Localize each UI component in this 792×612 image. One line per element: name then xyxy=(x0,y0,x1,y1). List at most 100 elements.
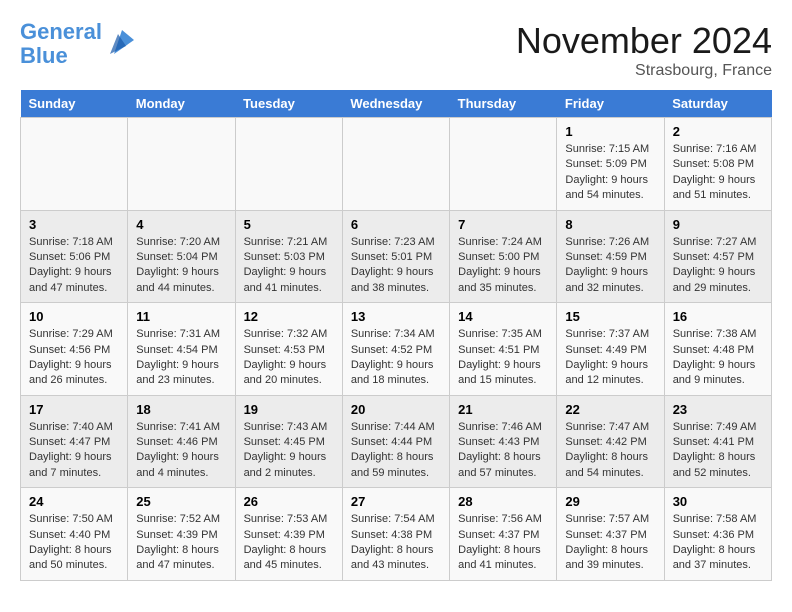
day-info: Sunrise: 7:54 AM Sunset: 4:38 PM Dayligh… xyxy=(351,512,441,574)
day-number: 16 xyxy=(673,309,763,324)
day-cell: 16 Sunrise: 7:38 AM Sunset: 4:48 PM Dayli… xyxy=(664,303,771,396)
day-number: 28 xyxy=(458,494,548,509)
day-info: Sunrise: 7:40 AM Sunset: 4:47 PM Dayligh… xyxy=(29,420,119,482)
day-number: 24 xyxy=(29,494,119,509)
day-cell: 12Sunrise: 7:32 AM Sunset: 4:53 PM Dayli… xyxy=(235,303,342,396)
day-cell: 20Sunrise: 7:44 AM Sunset: 4:44 PM Dayli… xyxy=(342,395,449,488)
day-number: 17 xyxy=(29,402,119,417)
day-info: Sunrise: 7:57 AM Sunset: 4:37 PM Dayligh… xyxy=(565,512,655,574)
day-number: 13 xyxy=(351,309,441,324)
day-cell: 11 Sunrise: 7:31 AM Sunset: 4:54 PM Dayli… xyxy=(128,303,235,396)
day-info: Sunrise: 7:37 AM Sunset: 4:49 PM Dayligh… xyxy=(565,327,655,389)
day-number: 2 xyxy=(673,124,763,139)
day-cell: 6 Sunrise: 7:23 AM Sunset: 5:01 PM Daylig… xyxy=(342,210,449,303)
day-cell: 4 Sunrise: 7:20 AM Sunset: 5:04 PM Daylig… xyxy=(128,210,235,303)
header-tuesday: Tuesday xyxy=(235,90,342,118)
week-row-2: 10 Sunrise: 7:29 AM Sunset: 4:56 PM Dayli… xyxy=(21,303,772,396)
day-number: 1 xyxy=(565,124,655,139)
logo: General Blue xyxy=(20,20,138,68)
calendar-header-row: SundayMondayTuesdayWednesdayThursdayFrid… xyxy=(21,90,772,118)
day-info: Sunrise: 7:47 AM Sunset: 4:42 PM Dayligh… xyxy=(565,420,655,482)
day-cell: 2Sunrise: 7:16 AM Sunset: 5:08 PM Daylig… xyxy=(664,118,771,211)
day-number: 8 xyxy=(565,217,655,232)
day-cell xyxy=(128,118,235,211)
day-info: Sunrise: 7:46 AM Sunset: 4:43 PM Dayligh… xyxy=(458,420,548,482)
day-info: Sunrise: 7:31 AM Sunset: 4:54 PM Dayligh… xyxy=(136,327,226,389)
day-cell: 5Sunrise: 7:21 AM Sunset: 5:03 PM Daylig… xyxy=(235,210,342,303)
day-number: 12 xyxy=(244,309,334,324)
day-cell: 3Sunrise: 7:18 AM Sunset: 5:06 PM Daylig… xyxy=(21,210,128,303)
day-cell: 21Sunrise: 7:46 AM Sunset: 4:43 PM Dayli… xyxy=(450,395,557,488)
day-cell xyxy=(450,118,557,211)
day-info: Sunrise: 7:43 AM Sunset: 4:45 PM Dayligh… xyxy=(244,420,334,482)
day-cell: 14 Sunrise: 7:35 AM Sunset: 4:51 PM Dayli… xyxy=(450,303,557,396)
day-cell: 1 Sunrise: 7:15 AM Sunset: 5:09 PM Daylig… xyxy=(557,118,664,211)
day-info: Sunrise: 7:26 AM Sunset: 4:59 PM Dayligh… xyxy=(565,235,655,297)
day-number: 7 xyxy=(458,217,548,232)
day-number: 15 xyxy=(565,309,655,324)
day-number: 22 xyxy=(565,402,655,417)
day-cell xyxy=(21,118,128,211)
week-row-3: 17 Sunrise: 7:40 AM Sunset: 4:47 PM Dayli… xyxy=(21,395,772,488)
day-number: 3 xyxy=(29,217,119,232)
calendar-table: SundayMondayTuesdayWednesdayThursdayFrid… xyxy=(20,90,772,581)
day-cell: 26 Sunrise: 7:53 AM Sunset: 4:39 PM Dayli… xyxy=(235,488,342,581)
day-info: Sunrise: 7:58 AM Sunset: 4:36 PM Dayligh… xyxy=(673,512,763,574)
day-cell xyxy=(342,118,449,211)
day-info: Sunrise: 7:52 AM Sunset: 4:39 PM Dayligh… xyxy=(136,512,226,574)
day-info: Sunrise: 7:29 AM Sunset: 4:56 PM Dayligh… xyxy=(29,327,119,389)
location: Strasbourg, France xyxy=(516,62,772,80)
header-wednesday: Wednesday xyxy=(342,90,449,118)
week-row-4: 24Sunrise: 7:50 AM Sunset: 4:40 PM Dayli… xyxy=(21,488,772,581)
header-sunday: Sunday xyxy=(21,90,128,118)
day-number: 11 xyxy=(136,309,226,324)
day-info: Sunrise: 7:41 AM Sunset: 4:46 PM Dayligh… xyxy=(136,420,226,482)
day-number: 25 xyxy=(136,494,226,509)
day-cell: 18 Sunrise: 7:41 AM Sunset: 4:46 PM Dayli… xyxy=(128,395,235,488)
day-cell: 10 Sunrise: 7:29 AM Sunset: 4:56 PM Dayli… xyxy=(21,303,128,396)
day-number: 29 xyxy=(565,494,655,509)
day-cell: 29 Sunrise: 7:57 AM Sunset: 4:37 PM Dayli… xyxy=(557,488,664,581)
logo-line1: General xyxy=(20,19,102,44)
day-cell: 17 Sunrise: 7:40 AM Sunset: 4:47 PM Dayli… xyxy=(21,395,128,488)
day-info: Sunrise: 7:53 AM Sunset: 4:39 PM Dayligh… xyxy=(244,512,334,574)
logo-icon xyxy=(106,26,138,63)
day-cell: 9Sunrise: 7:27 AM Sunset: 4:57 PM Daylig… xyxy=(664,210,771,303)
day-number: 9 xyxy=(673,217,763,232)
day-number: 5 xyxy=(244,217,334,232)
day-cell: 7 Sunrise: 7:24 AM Sunset: 5:00 PM Daylig… xyxy=(450,210,557,303)
logo-text: General Blue xyxy=(20,20,102,68)
page-header: General Blue November 2024 Strasbourg, F… xyxy=(20,20,772,80)
day-cell: 8 Sunrise: 7:26 AM Sunset: 4:59 PM Daylig… xyxy=(557,210,664,303)
week-row-1: 3Sunrise: 7:18 AM Sunset: 5:06 PM Daylig… xyxy=(21,210,772,303)
day-cell: 28 Sunrise: 7:56 AM Sunset: 4:37 PM Dayli… xyxy=(450,488,557,581)
day-number: 4 xyxy=(136,217,226,232)
day-cell: 22 Sunrise: 7:47 AM Sunset: 4:42 PM Dayli… xyxy=(557,395,664,488)
day-info: Sunrise: 7:35 AM Sunset: 4:51 PM Dayligh… xyxy=(458,327,548,389)
day-info: Sunrise: 7:23 AM Sunset: 5:01 PM Dayligh… xyxy=(351,235,441,297)
day-number: 10 xyxy=(29,309,119,324)
day-number: 26 xyxy=(244,494,334,509)
day-info: Sunrise: 7:20 AM Sunset: 5:04 PM Dayligh… xyxy=(136,235,226,297)
header-saturday: Saturday xyxy=(664,90,771,118)
header-friday: Friday xyxy=(557,90,664,118)
day-cell: 30 Sunrise: 7:58 AM Sunset: 4:36 PM Dayli… xyxy=(664,488,771,581)
day-cell: 24Sunrise: 7:50 AM Sunset: 4:40 PM Dayli… xyxy=(21,488,128,581)
day-cell: 23Sunrise: 7:49 AM Sunset: 4:41 PM Dayli… xyxy=(664,395,771,488)
day-info: Sunrise: 7:56 AM Sunset: 4:37 PM Dayligh… xyxy=(458,512,548,574)
header-thursday: Thursday xyxy=(450,90,557,118)
logo-line2: Blue xyxy=(20,43,68,68)
day-info: Sunrise: 7:49 AM Sunset: 4:41 PM Dayligh… xyxy=(673,420,763,482)
day-info: Sunrise: 7:34 AM Sunset: 4:52 PM Dayligh… xyxy=(351,327,441,389)
day-info: Sunrise: 7:38 AM Sunset: 4:48 PM Dayligh… xyxy=(673,327,763,389)
day-info: Sunrise: 7:44 AM Sunset: 4:44 PM Dayligh… xyxy=(351,420,441,482)
day-number: 18 xyxy=(136,402,226,417)
day-info: Sunrise: 7:15 AM Sunset: 5:09 PM Dayligh… xyxy=(565,142,655,204)
day-cell: 13 Sunrise: 7:34 AM Sunset: 4:52 PM Dayli… xyxy=(342,303,449,396)
week-row-0: 1 Sunrise: 7:15 AM Sunset: 5:09 PM Daylig… xyxy=(21,118,772,211)
day-number: 30 xyxy=(673,494,763,509)
day-number: 14 xyxy=(458,309,548,324)
day-cell: 27Sunrise: 7:54 AM Sunset: 4:38 PM Dayli… xyxy=(342,488,449,581)
day-number: 6 xyxy=(351,217,441,232)
day-info: Sunrise: 7:24 AM Sunset: 5:00 PM Dayligh… xyxy=(458,235,548,297)
